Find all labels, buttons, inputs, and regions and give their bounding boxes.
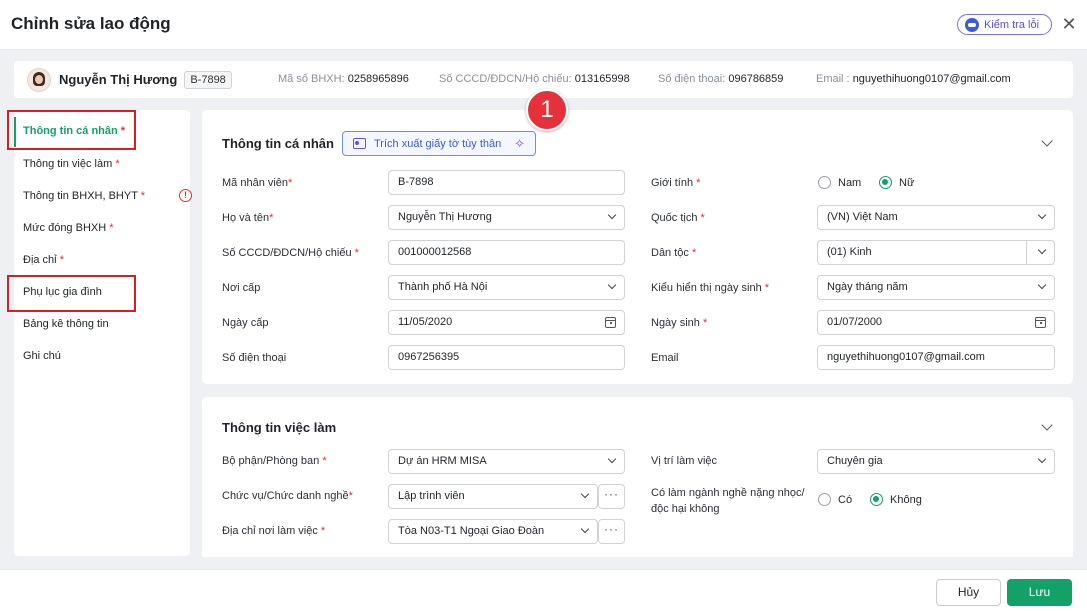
nav-item-address[interactable]: Địa chỉ *	[23, 254, 64, 266]
section-nav: Thông tin cá nhân * Thông tin việc làm *…	[14, 110, 192, 556]
check-errors-label: Kiểm tra lỗi	[984, 18, 1040, 31]
dob-label: Ngày sinh *	[651, 317, 708, 329]
department-select[interactable]: Dự án HRM MISA	[388, 449, 625, 474]
highlight-personal-nav	[7, 110, 136, 150]
phone-info: Số điện thoại: 096786859	[658, 73, 784, 85]
workplace-label: Địa chỉ nơi làm việc *	[222, 525, 326, 537]
phone-label: Số điện thoại	[222, 352, 287, 364]
email-info: Email : nguyethihuong0107@gmail.com	[816, 73, 1011, 85]
issue-date-label: Ngày cấp	[222, 317, 269, 329]
id-card-icon	[353, 138, 366, 149]
chevron-down-icon	[1037, 280, 1047, 290]
chevron-down-icon	[607, 280, 617, 290]
phone-input[interactable]: 0967256395	[388, 345, 625, 370]
employee-name: Nguyễn Thị Hương	[59, 72, 178, 87]
chevron-down-icon	[1037, 245, 1047, 255]
highlight-family-nav	[7, 275, 136, 312]
cancel-button[interactable]: Hủy	[936, 579, 1001, 606]
save-button[interactable]: Lưu	[1007, 579, 1072, 606]
dob-picker[interactable]: 01/07/2000	[817, 310, 1055, 335]
id-info: Số CCCD/ĐDCN/Hộ chiếu: 013165998	[439, 73, 630, 85]
nav-item-statement[interactable]: Bảng kê thông tin	[23, 318, 109, 330]
nav-item-insurance[interactable]: Thông tin BHXH, BHYT *	[23, 190, 145, 202]
collapse-chevron-icon[interactable]	[1041, 419, 1053, 431]
chevron-down-icon	[607, 454, 617, 464]
check-errors-button[interactable]: Kiểm tra lỗi	[957, 14, 1052, 35]
personal-section-title: Thông tin cá nhân	[222, 136, 334, 151]
job-info-card: Thông tin việc làm	[202, 397, 1073, 557]
gender-radio-female[interactable]: Nữ	[879, 176, 914, 189]
dob-format-select[interactable]: Ngày tháng năm	[817, 275, 1055, 300]
dialog-header: Chỉnh sửa lao động Kiểm tra lỗi ✕	[0, 0, 1087, 50]
sparkle-icon: ✧	[514, 136, 525, 151]
chevron-down-icon	[580, 524, 590, 534]
radio-icon	[818, 493, 831, 506]
role-label: Vị trí làm việc	[651, 455, 718, 467]
dialog-footer: Hủy Lưu	[0, 569, 1087, 611]
bhxh-info: Mã số BHXH: 0258965896	[278, 73, 409, 85]
issue-date-picker[interactable]: 11/05/2020	[388, 310, 625, 335]
nav-item-contribution[interactable]: Mức đóng BHXH *	[23, 222, 114, 234]
radio-icon	[818, 176, 831, 189]
issue-place-label: Nơi cấp	[222, 282, 261, 294]
email-label: Email	[651, 352, 679, 364]
calendar-icon[interactable]	[1035, 317, 1046, 328]
full-name-label: Họ và tên*	[222, 212, 274, 224]
chevron-down-icon	[1037, 454, 1047, 464]
chevron-down-icon	[1037, 210, 1047, 220]
department-label: Bộ phận/Phòng ban *	[222, 455, 327, 467]
close-icon[interactable]: ✕	[1060, 14, 1078, 34]
id-number-input[interactable]: 001000012568	[388, 240, 625, 265]
hazardous-radio-no[interactable]: Không	[870, 493, 922, 506]
hazardous-radio-yes[interactable]: Có	[818, 493, 852, 506]
robot-icon	[965, 17, 979, 32]
workplace-select[interactable]: Tòa N03-T1 Ngoại Giao Đoàn	[388, 519, 598, 544]
job-section-title: Thông tin việc làm	[222, 420, 337, 435]
issue-place-select[interactable]: Thành phố Hà Nội	[388, 275, 625, 300]
avatar	[27, 67, 51, 92]
ethnicity-select[interactable]: (01) Kinh	[817, 240, 1055, 265]
ethnicity-label: Dân tộc *	[651, 247, 697, 259]
position-label: Chức vụ/Chức danh nghề*	[222, 490, 353, 502]
nationality-label: Quốc tịch *	[651, 212, 705, 224]
gender-label: Giới tính *	[651, 177, 701, 189]
email-input[interactable]: nguyethihuong0107@gmail.com	[817, 345, 1055, 370]
warning-icon: !	[179, 189, 192, 202]
calendar-icon[interactable]	[605, 317, 616, 328]
extract-id-label: Trích xuất giấy tờ tùy thân	[374, 137, 502, 150]
step-marker: 1	[526, 89, 568, 131]
field-divider	[1026, 241, 1027, 264]
radio-selected-icon	[870, 493, 883, 506]
role-select[interactable]: Chuyên gia	[817, 449, 1055, 474]
id-number-label: Số CCCD/ĐDCN/Hộ chiếu *	[222, 247, 359, 259]
chevron-down-icon	[607, 210, 617, 220]
chevron-down-icon	[580, 489, 590, 499]
hazardous-label: Có làm ngành nghề nặng nhọc/độc hại khôn…	[651, 487, 805, 515]
position-more-button[interactable]: ···	[598, 484, 625, 509]
gender-radio-male[interactable]: Nam	[818, 176, 861, 189]
emp-code-input[interactable]: B-7898	[388, 170, 625, 195]
nationality-select[interactable]: (VN) Việt Nam	[817, 205, 1055, 230]
workplace-more-button[interactable]: ···	[598, 519, 625, 544]
employee-code-badge: B-7898	[184, 70, 232, 89]
page-title: Chỉnh sửa lao động	[11, 14, 171, 33]
extract-id-button[interactable]: Trích xuất giấy tờ tùy thân ✧	[342, 131, 536, 156]
position-select[interactable]: Lập trình viên	[388, 484, 598, 509]
collapse-chevron-icon[interactable]	[1041, 135, 1053, 147]
full-name-select[interactable]: Nguyễn Thị Hương	[388, 205, 625, 230]
radio-selected-icon	[879, 176, 892, 189]
dob-format-label: Kiểu hiển thị ngày sinh *	[651, 282, 770, 294]
emp-code-label: Mã nhân viên*	[222, 177, 293, 189]
nav-item-job[interactable]: Thông tin việc làm *	[23, 158, 120, 170]
nav-item-notes[interactable]: Ghi chú	[23, 350, 61, 362]
